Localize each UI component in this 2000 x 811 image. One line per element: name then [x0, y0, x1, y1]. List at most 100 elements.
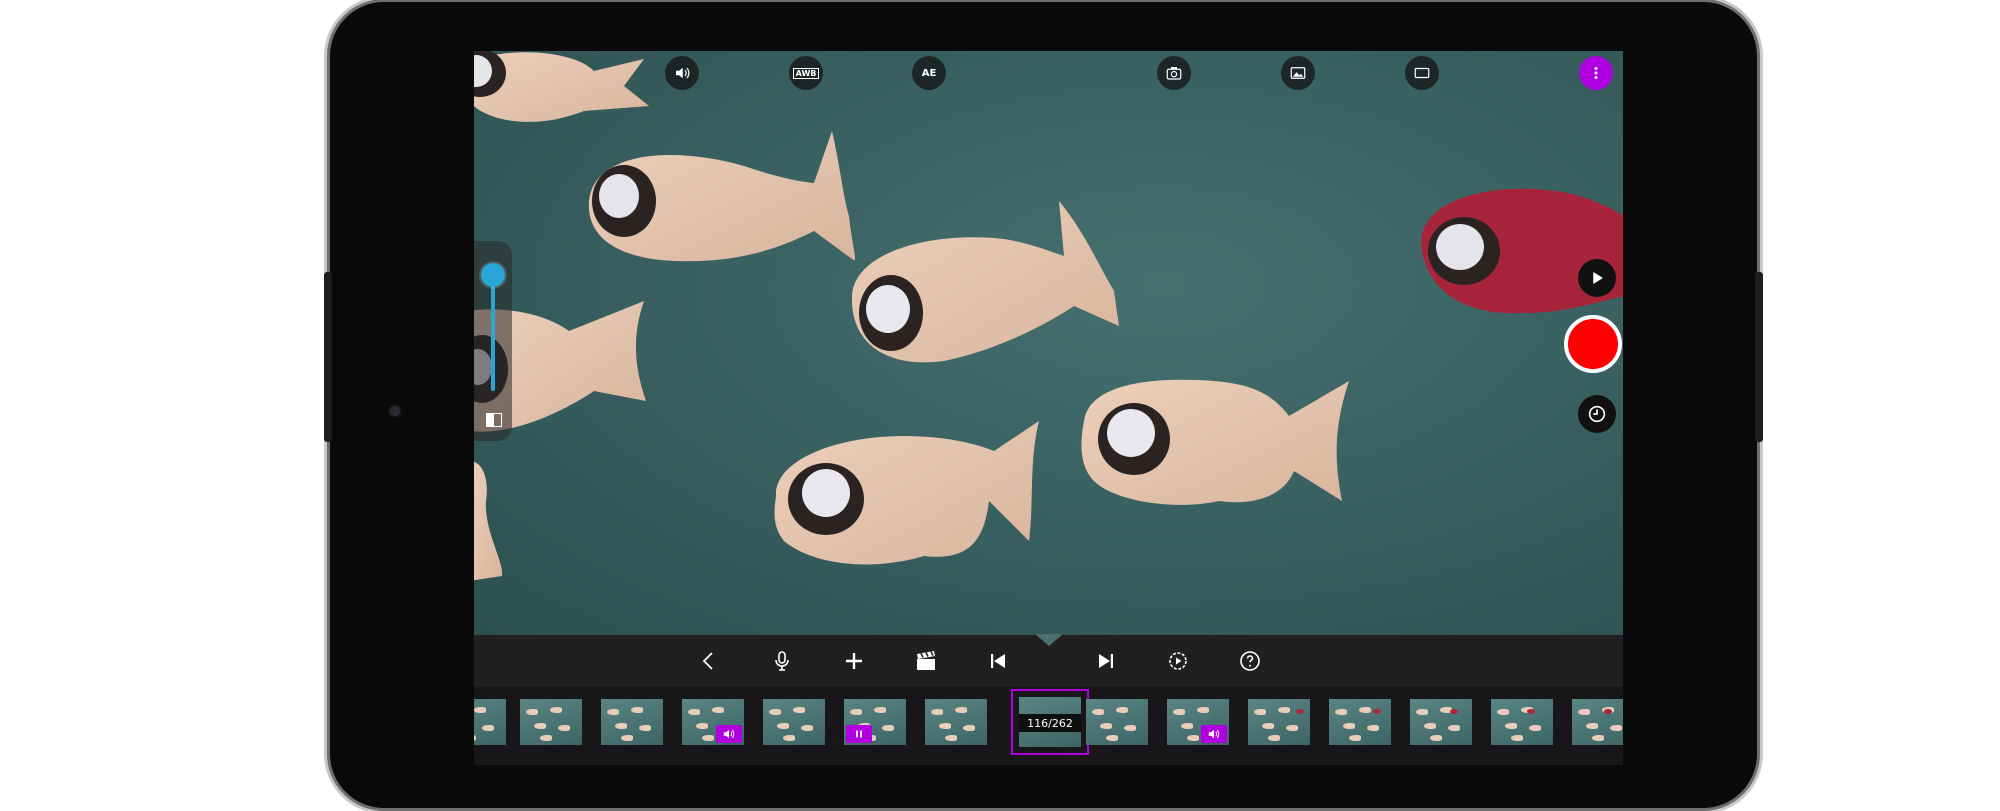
camera-viewfinder[interactable]: AWB AE: [474, 51, 1623, 635]
thumbnail-fish: [474, 735, 476, 741]
contrast-icon[interactable]: [486, 413, 502, 427]
thumbnail-fish: [1100, 723, 1112, 729]
aspect-ratio-button[interactable]: [1405, 56, 1439, 90]
thumbnail-fish: [712, 707, 724, 713]
thumbnail-red-fish: [1373, 709, 1381, 714]
thumbnail-fish: [1197, 707, 1209, 713]
thumbnail-fish: [1187, 735, 1199, 741]
thumbnail-fish: [688, 709, 700, 715]
zoom-slider-handle[interactable]: [481, 263, 505, 287]
add-tool[interactable]: [836, 643, 872, 679]
speaker-icon: [1208, 729, 1220, 739]
thumbnail-fish: [955, 707, 967, 713]
frame-thumbnail[interactable]: [1491, 699, 1553, 745]
frame-thumbnail[interactable]: [1329, 699, 1391, 745]
thumbnail-fish: [1416, 709, 1428, 715]
thumbnail-fish: [1124, 725, 1136, 731]
clapper-tool[interactable]: [908, 643, 944, 679]
rectangle-icon: [1414, 67, 1430, 79]
thumbnail-fish: [1586, 723, 1598, 729]
thumbnail-fish: [702, 735, 714, 741]
thumbnail-fish: [1592, 735, 1604, 741]
frame-thumbnail[interactable]: [474, 699, 506, 745]
first-frame-tool[interactable]: [980, 643, 1016, 679]
frame-thumbnail[interactable]: [1086, 699, 1148, 745]
auto-exposure-button[interactable]: AE: [912, 56, 946, 90]
help-icon: [1240, 651, 1260, 671]
back-tool[interactable]: [691, 643, 727, 679]
frame-counter: 116/262: [1019, 714, 1081, 732]
app-screen: AWB AE 116/262: [474, 51, 1623, 765]
editor-toolbar: [474, 634, 1623, 687]
thumbnail-red-fish: [1296, 709, 1304, 714]
thumbnail-fish: [696, 723, 708, 729]
mic-tool[interactable]: [764, 643, 800, 679]
frame-thumbnail[interactable]: [1248, 699, 1310, 745]
thumbnail-fish: [621, 735, 633, 741]
frame-thumbnail[interactable]: [763, 699, 825, 745]
frame-thumbnail[interactable]: [1572, 699, 1623, 745]
frame-thumbnail[interactable]: [844, 699, 906, 745]
last-frame-tool[interactable]: [1088, 643, 1124, 679]
ae-icon: AE: [921, 67, 937, 79]
thumbnail-fish: [631, 707, 643, 713]
frame-thumbnail[interactable]: [925, 699, 987, 745]
thumbnail-fish: [540, 735, 552, 741]
clapperboard-icon: [917, 651, 935, 670]
record-button[interactable]: [1564, 315, 1622, 373]
thumbnail-fish: [615, 723, 627, 729]
thumbnail-fish: [1262, 723, 1274, 729]
thumbnail-red-fish: [1604, 709, 1612, 714]
thumbnail-fish: [534, 723, 546, 729]
thumbnail-fish: [793, 707, 805, 713]
thumbnail-red-fish: [1527, 709, 1535, 714]
frame-thumbnail[interactable]: [1410, 699, 1472, 745]
thumbnail-fish: [931, 709, 943, 715]
frame-thumbnail[interactable]: [601, 699, 663, 745]
thumbnail-fish: [1286, 725, 1298, 731]
frame-filmstrip[interactable]: 116/262: [474, 687, 1623, 765]
thumbnail-fish: [1268, 735, 1280, 741]
current-frame-thumbnail[interactable]: 116/262: [1011, 689, 1089, 755]
thumbnail-fish: [1173, 709, 1185, 715]
paper-fish: [474, 461, 503, 581]
paper-fish: [588, 131, 856, 262]
paper-fish: [1081, 379, 1349, 505]
volume-button[interactable]: [665, 56, 699, 90]
frame-thumbnail[interactable]: [520, 699, 582, 745]
settings-play-icon: [1169, 652, 1187, 670]
audio-badge: [716, 725, 742, 743]
thumbnail-fish: [474, 707, 486, 713]
thumbnail-fish: [769, 709, 781, 715]
zoom-slider-panel: [474, 241, 512, 441]
more-menu-button[interactable]: [1579, 56, 1613, 90]
camera-switch-button[interactable]: [1157, 56, 1191, 90]
thumbnail-fish: [801, 725, 813, 731]
white-balance-button[interactable]: AWB: [789, 56, 823, 90]
thumbnail-fish: [1106, 735, 1118, 741]
thumbnail-fish: [1335, 709, 1347, 715]
thumbnail-fish: [526, 709, 538, 715]
thumbnail-fish: [1116, 707, 1128, 713]
thumbnail-fish: [850, 709, 862, 715]
pause-badge: [846, 725, 872, 743]
play-button[interactable]: [1578, 259, 1616, 297]
thumbnail-fish: [939, 723, 951, 729]
paper-fish: [774, 421, 1039, 565]
thumbnail-fish: [1511, 735, 1523, 741]
thumbnail-fish: [1448, 725, 1460, 731]
frame-thumbnail[interactable]: [682, 699, 744, 745]
image-import-button[interactable]: [1281, 56, 1315, 90]
zoom-slider-track[interactable]: [491, 273, 495, 391]
thumbnail-fish: [1424, 723, 1436, 729]
camera-icon: [1166, 67, 1182, 80]
thumbnail-fish: [963, 725, 975, 731]
frame-thumbnail[interactable]: [1167, 699, 1229, 745]
thumbnail-fish: [1610, 725, 1622, 731]
thumbnail-fish: [1343, 723, 1355, 729]
settings-tool[interactable]: [1160, 643, 1196, 679]
help-tool[interactable]: [1232, 643, 1268, 679]
thumbnail-fish: [482, 725, 494, 731]
timer-button[interactable]: [1578, 395, 1616, 433]
tablet-side-button-right: [1755, 272, 1763, 442]
